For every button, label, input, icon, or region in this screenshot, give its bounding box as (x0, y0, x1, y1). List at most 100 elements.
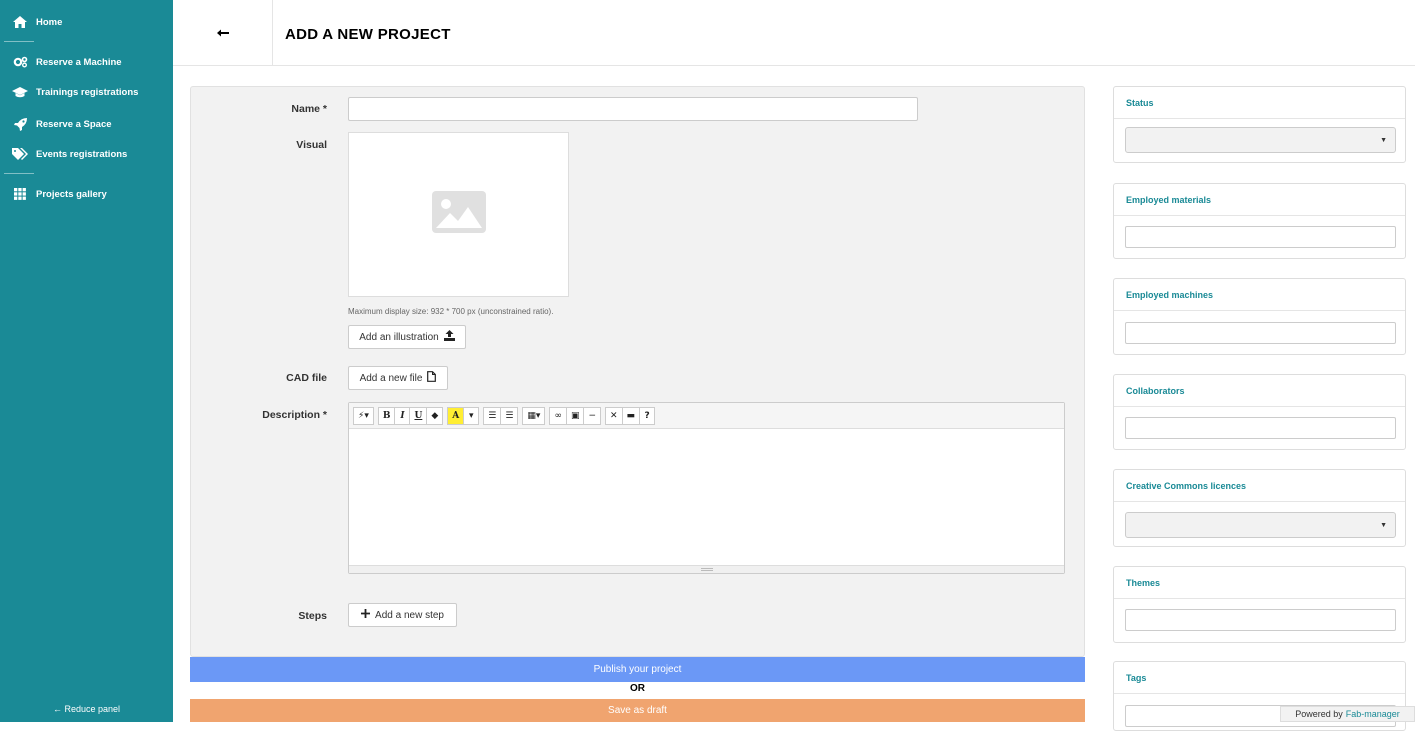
ordered-list-button[interactable]: ☰ (500, 407, 518, 425)
color-button[interactable]: A (447, 407, 464, 425)
eraser-button[interactable]: ◆ (426, 407, 443, 425)
color-dropdown-button[interactable]: ▾ (463, 407, 479, 425)
sidebar-item-reserve-machine[interactable]: Reserve a Machine (0, 50, 173, 74)
collaborators-input[interactable] (1125, 417, 1396, 439)
upload-icon (444, 330, 455, 344)
materials-widget: Employed materials (1113, 183, 1406, 259)
italic-button[interactable]: I (394, 407, 410, 425)
sidebar-item-label: Events registrations (36, 149, 127, 160)
licences-select[interactable]: ▼ (1125, 512, 1396, 538)
picture-icon: ▣ (571, 411, 580, 421)
link-icon: ∞ (554, 411, 562, 421)
add-file-button[interactable]: Add a new file (348, 366, 448, 390)
graduation-cap-icon (12, 87, 28, 98)
fab-manager-link[interactable]: Fab-manager (1346, 709, 1400, 719)
sidebar-item-events[interactable]: Events registrations (0, 142, 173, 166)
sidebar-item-label: Projects gallery (36, 189, 107, 200)
chevron-down-icon: ▼ (1380, 522, 1387, 529)
machines-input[interactable] (1125, 322, 1396, 344)
powered-by-footer: Powered by Fab-manager (1280, 706, 1415, 722)
machines-title: Employed machines (1114, 279, 1405, 311)
name-input[interactable] (348, 97, 918, 121)
name-label: Name * (291, 103, 327, 115)
add-illustration-button[interactable]: Add an illustration (348, 325, 466, 349)
publish-button[interactable]: Publish your project (190, 657, 1085, 682)
sidebar-item-trainings[interactable]: Trainings registrations (0, 80, 173, 104)
rocket-icon (12, 118, 28, 131)
collaborators-title: Collaborators (1114, 375, 1405, 407)
divider (4, 41, 34, 42)
list-ol-icon: ☰ (505, 411, 513, 421)
table-button[interactable]: ▦▾ (522, 407, 545, 425)
reduce-panel-button[interactable]: ← Reduce panel (0, 704, 173, 718)
sidebar-item-projects[interactable]: Projects gallery (0, 182, 173, 206)
hr-button[interactable]: − (583, 407, 601, 425)
unordered-list-button[interactable]: ☰ (483, 407, 501, 425)
chevron-down-icon: ▼ (1380, 137, 1387, 144)
cad-label: CAD file (286, 372, 327, 384)
sidebar: Home Reserve a Machine Trainings registr… (0, 0, 173, 722)
style-dropdown-button[interactable]: ⚡▾ (353, 407, 374, 425)
or-separator: OR (190, 683, 1085, 698)
status-title: Status (1114, 87, 1405, 119)
collaborators-widget: Collaborators (1113, 374, 1406, 450)
save-draft-button[interactable]: Save as draft (190, 699, 1085, 722)
visual-preview (348, 132, 569, 297)
description-editor: ⚡▾ B I U ◆ A ▾ ☰ ☰ ▦▾ ∞ ▣ − (348, 402, 1065, 574)
licences-widget: Creative Commons licences ▼ (1113, 469, 1406, 547)
materials-input[interactable] (1125, 226, 1396, 248)
fullscreen-icon: ✕ (610, 411, 618, 421)
file-icon (427, 371, 436, 385)
code-view-button[interactable]: ▬ (622, 407, 641, 425)
machines-widget: Employed machines (1113, 278, 1406, 355)
status-widget: Status ▼ (1113, 86, 1406, 163)
add-step-label: Add a new step (375, 610, 444, 621)
status-select[interactable]: ▼ (1125, 127, 1396, 153)
help-button[interactable]: ? (639, 407, 655, 425)
cogs-icon (12, 56, 28, 68)
sidebar-item-label: Home (36, 17, 62, 28)
licences-title: Creative Commons licences (1114, 470, 1405, 502)
eraser-icon: ◆ (431, 411, 438, 421)
editor-content-area[interactable] (349, 430, 1064, 565)
tags-icon (12, 148, 28, 160)
powered-prefix: Powered by (1295, 709, 1343, 719)
image-placeholder-icon (432, 191, 486, 238)
chevron-down-icon: ▾ (469, 411, 474, 421)
fullscreen-button[interactable]: ✕ (605, 407, 623, 425)
arrow-left-icon (217, 24, 229, 42)
description-label: Description * (262, 409, 327, 421)
sidebar-item-home[interactable]: Home (0, 10, 173, 34)
add-step-button[interactable]: Add a new step (348, 603, 457, 627)
project-form: Name * Visual Maximum display size: 932 … (190, 86, 1085, 657)
underline-button[interactable]: U (409, 407, 427, 425)
divider (4, 173, 34, 174)
code-icon: ▬ (627, 411, 636, 421)
back-button[interactable] (173, 0, 273, 66)
page-title: ADD A NEW PROJECT (285, 26, 451, 43)
magic-icon: ⚡ (358, 411, 364, 421)
plus-icon (361, 609, 370, 621)
themes-input[interactable] (1125, 609, 1396, 631)
sidebar-item-label: Trainings registrations (36, 87, 138, 98)
table-icon: ▦ (527, 411, 536, 421)
themes-widget: Themes (1113, 566, 1406, 643)
grid-icon (12, 188, 28, 200)
bold-button[interactable]: B (378, 407, 396, 425)
tags-title: Tags (1114, 662, 1405, 694)
materials-title: Employed materials (1114, 184, 1405, 216)
visual-hint: Maximum display size: 932 * 700 px (unco… (348, 307, 553, 316)
sidebar-item-reserve-space[interactable]: Reserve a Space (0, 112, 173, 136)
link-button[interactable]: ∞ (549, 407, 567, 425)
picture-button[interactable]: ▣ (566, 407, 585, 425)
minus-icon: − (588, 411, 596, 421)
page-header: ADD A NEW PROJECT (173, 0, 1415, 66)
add-file-label: Add a new file (360, 373, 423, 384)
editor-resize-handle[interactable] (349, 565, 1064, 573)
list-ul-icon: ☰ (488, 411, 496, 421)
visual-label: Visual (296, 139, 327, 151)
home-icon (12, 16, 28, 28)
add-illustration-label: Add an illustration (359, 332, 439, 343)
sidebar-item-label: Reserve a Space (36, 119, 112, 130)
steps-label: Steps (298, 610, 327, 622)
